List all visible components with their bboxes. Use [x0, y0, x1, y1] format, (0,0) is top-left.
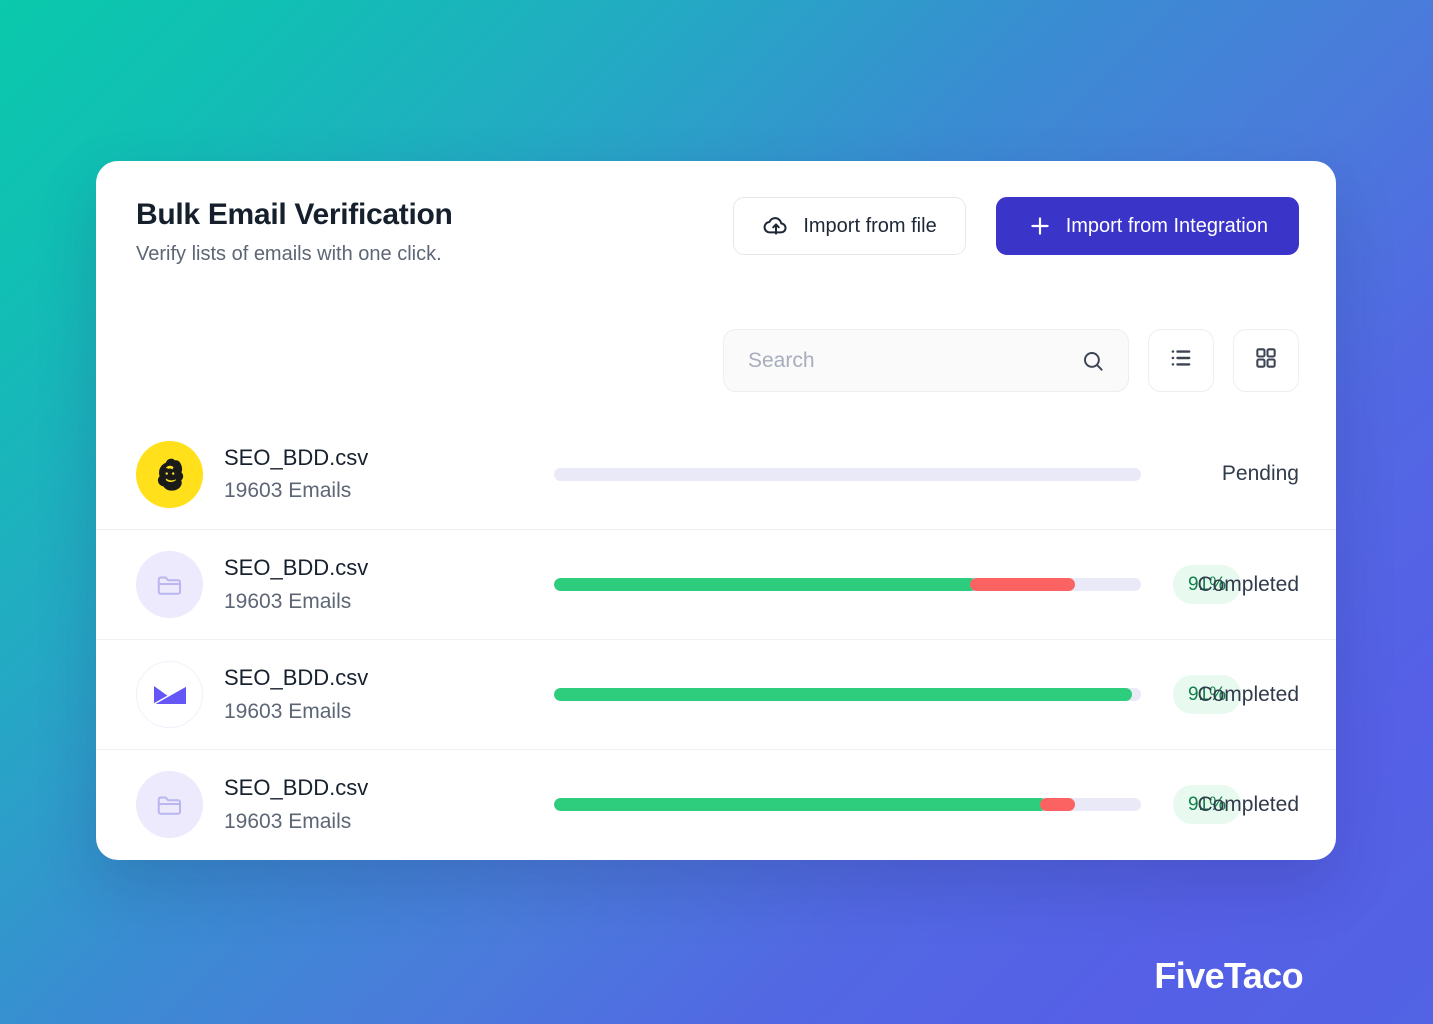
- search-icon[interactable]: [1080, 348, 1106, 374]
- progress-bar: [554, 578, 1141, 591]
- status-label: Pending: [1221, 462, 1299, 485]
- row-email-count: 19603 Emails: [224, 589, 352, 613]
- progress-bar: [554, 688, 1141, 701]
- table-row[interactable]: SEO_BDD.csv 19603 Emails 91% Completed: [96, 639, 1336, 749]
- progress-bar: [554, 798, 1141, 811]
- card-header: Bulk Email Verification Verify lists of …: [96, 161, 1336, 296]
- title-block: Bulk Email Verification Verify lists of …: [136, 198, 453, 266]
- table-row[interactable]: SEO_BDD.csv 19603 Emails 91% Completed: [96, 529, 1336, 639]
- folder-icon: [136, 771, 203, 838]
- verification-list: SEO_BDD.csv 19603 Emails Pending SEO_BDD…: [96, 419, 1336, 859]
- fivetaco-logo: FiveTaco: [1154, 955, 1303, 996]
- row-email-count: 19603 Emails: [224, 809, 352, 833]
- mailchimp-icon: [136, 440, 203, 508]
- progress-invalid-segment: [1040, 798, 1076, 811]
- row-meta: SEO_BDD.csv 19603 Emails: [224, 665, 524, 724]
- page-subtitle: Verify lists of emails with one click.: [136, 243, 442, 265]
- import-from-file-label: Import from file: [803, 214, 937, 237]
- row-meta: SEO_BDD.csv 19603 Emails: [224, 445, 524, 504]
- folder-icon: [136, 551, 203, 618]
- mailjet-envelope-icon: [136, 661, 203, 728]
- search-input[interactable]: [724, 348, 1128, 373]
- progress-valid-segment: [554, 578, 977, 591]
- row-email-count: 19603 Emails: [224, 699, 352, 723]
- row-meta: SEO_BDD.csv 19603 Emails: [224, 775, 524, 834]
- row-email-count: 19603 Emails: [224, 479, 352, 503]
- import-from-integration-label: Import from Integration: [1065, 214, 1268, 237]
- progress-bar: [554, 467, 1141, 481]
- progress-valid-segment: [554, 688, 1133, 701]
- list-toolbar: [723, 329, 1299, 392]
- import-from-file-button[interactable]: Import from file: [733, 197, 966, 255]
- page-title: Bulk Email Verification: [136, 198, 453, 231]
- status-label: Completed: [1197, 682, 1299, 706]
- grid-view-icon: [1253, 345, 1279, 376]
- import-from-integration-button[interactable]: Import from Integration: [995, 197, 1299, 255]
- status-label: Completed: [1197, 572, 1299, 596]
- list-view-icon: [1167, 344, 1195, 377]
- row-filename: SEO_BDD.csv: [224, 555, 369, 581]
- header-actions: Import from file Import from Integration: [733, 197, 1299, 255]
- grid-view-toggle[interactable]: [1233, 329, 1299, 392]
- plus-icon: [1027, 213, 1053, 239]
- cloud-upload-icon: [762, 212, 790, 240]
- table-row[interactable]: SEO_BDD.csv 19603 Emails Pending: [96, 419, 1336, 529]
- progress-valid-segment: [554, 798, 1048, 811]
- progress-invalid-segment: [969, 578, 1076, 591]
- row-filename: SEO_BDD.csv: [224, 665, 369, 691]
- status-label: Completed: [1197, 792, 1299, 816]
- row-filename: SEO_BDD.csv: [224, 444, 369, 470]
- list-view-toggle[interactable]: [1148, 329, 1214, 392]
- table-row[interactable]: SEO_BDD.csv 19603 Emails 91% Completed: [96, 749, 1336, 859]
- row-meta: SEO_BDD.csv 19603 Emails: [224, 555, 524, 614]
- row-filename: SEO_BDD.csv: [224, 775, 369, 801]
- bulk-email-verification-card: Bulk Email Verification Verify lists of …: [96, 161, 1336, 860]
- search-box[interactable]: [723, 329, 1129, 392]
